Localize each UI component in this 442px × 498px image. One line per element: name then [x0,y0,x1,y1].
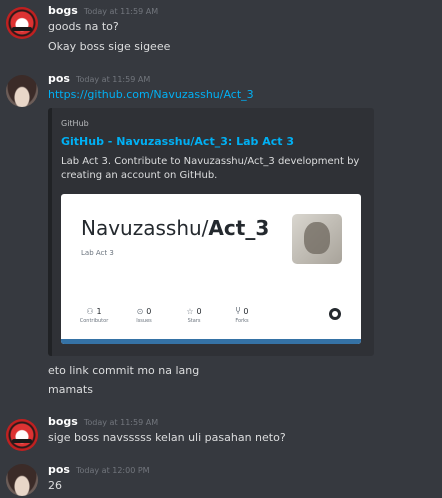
repo-subtitle: Lab Act 3 [81,249,114,257]
message-timestamp: Today at 12:00 PM [75,466,150,475]
stat-label: Issues [136,318,152,324]
embed-title-link[interactable]: GitHub - Navuzasshu/Act_3: Lab Act 3 [61,135,294,148]
message-text: goods na to? [48,20,119,33]
message-text: sige boss navsssss kelan uli pasahan net… [48,431,286,444]
stat-value: 0 [243,307,249,316]
user-avatar-pos[interactable] [6,464,38,496]
embed-provider: GitHub [61,119,89,128]
issues-icon: ⊙ [136,307,144,316]
user-avatar-bogs[interactable] [6,419,38,451]
stat-label: Stars [187,318,201,324]
star-icon: ☆ [186,307,194,316]
message-link[interactable]: https://github.com/Navuzasshu/Act_3 [48,88,254,101]
message-timestamp: Today at 11:59 AM [75,75,151,84]
stat-label: Forks [235,318,249,324]
message-timestamp: Today at 11:59 AM [83,418,159,427]
repo-name: Act_3 [208,216,270,240]
author-name[interactable]: pos [48,72,70,85]
repo-owner-avatar [292,214,342,264]
repo-title: Navuzasshu/Act_3 [81,216,269,240]
message-text: 26 [48,479,62,492]
user-avatar-bogs[interactable] [6,7,38,39]
repo-preview-card[interactable]: Navuzasshu/Act_3 Lab Act 3 ⚇ 1 Contributo… [61,194,361,344]
contributors-icon: ⚇ [86,307,94,316]
stat-value: 0 [196,307,202,316]
stat-forks: Ⴤ0 Forks [217,307,267,324]
language-bar [61,339,361,344]
stat-issues: ⊙ 0 Issues [119,307,169,324]
author-name[interactable]: bogs [48,4,78,17]
stat-value: 0 [146,307,152,316]
embed-description: Lab Act 3. Contribute to Navuzasshu/Act_… [61,156,360,181]
repo-owner: Navuzasshu/ [81,216,209,240]
link-embed: GitHub GitHub - Navuzasshu/Act_3: Lab Ac… [48,108,374,356]
message-text: Okay boss sige sigeee [48,40,171,53]
author-name[interactable]: pos [48,463,70,476]
message-text: mamats [48,383,93,396]
stat-stars: ☆ 0 Stars [169,307,219,324]
stat-contributors: ⚇ 1 Contributor [69,307,119,324]
github-icon [329,308,341,320]
message-timestamp: Today at 11:59 AM [83,7,159,16]
fork-icon: Ⴤ [235,307,241,316]
stat-label: Contributor [79,318,109,324]
stat-value: 1 [96,307,102,316]
user-avatar-pos[interactable] [6,75,38,107]
author-name[interactable]: bogs [48,415,78,428]
message-text: eto link commit mo na lang [48,364,200,377]
